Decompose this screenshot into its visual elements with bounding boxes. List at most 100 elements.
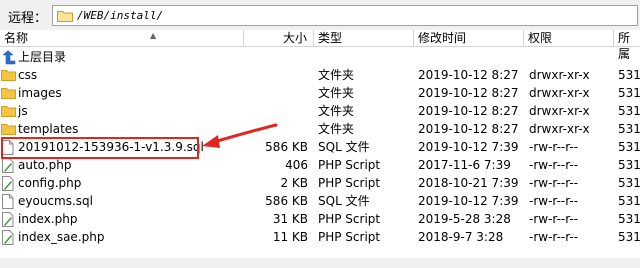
file-size xyxy=(250,48,308,66)
file-type: PHP Script xyxy=(318,212,381,226)
file-modified: 2019-10-12 8:27 xyxy=(418,68,519,82)
column-size-label: 大小 xyxy=(282,31,307,45)
file-row[interactable]: templates 文件夹 2019-10-12 8:27 drwxr-xr-x 531 xyxy=(0,120,640,138)
folder-icon xyxy=(57,9,73,22)
file-type: PHP Script xyxy=(318,158,381,172)
file-row[interactable]: index_sae.php 11 KB PHP Script 2018-9-7 3:2… xyxy=(0,228,640,246)
file-modified: 2018-9-7 3:28 xyxy=(418,230,504,244)
file-modified: 2019-5-28 3:28 xyxy=(418,212,511,226)
file-name: config.php xyxy=(18,176,82,190)
file-size: 31 KB xyxy=(272,212,308,226)
php-file-icon xyxy=(1,230,16,245)
path-bar: 远程： /WEB/install/ xyxy=(0,0,640,30)
file-row[interactable]: js 文件夹 2019-10-12 8:27 drwxr-xr-x 531 xyxy=(0,102,640,120)
file-owner: 531 xyxy=(618,158,640,172)
column-modified-label: 修改时间 xyxy=(418,31,467,45)
file-owner: 531 xyxy=(618,176,640,190)
file-owner: 531 xyxy=(618,86,640,100)
column-permissions[interactable]: 权限 xyxy=(524,30,614,47)
path-label: 远程： xyxy=(8,11,48,26)
highlight-box xyxy=(1,137,199,159)
file-type: 文件夹 xyxy=(318,86,355,100)
file-row[interactable]: index.php 31 KB PHP Script 2019-5-28 3:28 -r… xyxy=(0,210,640,228)
file-type: SQL 文件 xyxy=(318,140,370,154)
file-owner: 531 xyxy=(618,230,640,244)
file-modified xyxy=(418,48,524,66)
file-type: 文件夹 xyxy=(318,68,355,82)
sort-asc-icon: ▲ xyxy=(150,31,157,40)
file-permissions: -rw-r--r-- xyxy=(529,230,579,244)
parent-dir-icon xyxy=(1,50,16,65)
file-name: js xyxy=(18,104,28,118)
folder-icon xyxy=(1,86,16,100)
file-owner: 531 xyxy=(618,68,640,82)
file-size: 406 xyxy=(285,158,308,172)
path-text: /WEB/install/ xyxy=(77,9,164,22)
column-type[interactable]: 类型 xyxy=(314,30,414,47)
horizontal-scrollbar[interactable] xyxy=(0,258,640,268)
file-permissions: -rw-r--r-- xyxy=(529,140,579,154)
file-modified: 2019-10-12 8:27 xyxy=(418,104,519,118)
file-modified: 2018-10-21 7:39 xyxy=(418,176,519,190)
column-name[interactable]: 名称 xyxy=(0,30,244,47)
file-permissions: -rw-r--r-- xyxy=(529,212,579,226)
file-modified: 2017-11-6 7:39 xyxy=(418,158,511,172)
path-input[interactable]: /WEB/install/ xyxy=(52,5,638,26)
file-permissions xyxy=(529,48,613,66)
column-modified[interactable]: 修改时间 xyxy=(414,30,524,47)
file-size xyxy=(250,84,308,102)
folder-icon xyxy=(1,68,16,82)
file-modified: 2019-10-12 8:27 xyxy=(418,86,519,100)
file-size: 11 KB xyxy=(272,230,308,244)
file-name: index_sae.php xyxy=(18,230,105,244)
file-row[interactable]: images 文件夹 2019-10-12 8:27 drwxr-xr-x 531 xyxy=(0,84,640,102)
php-file-icon xyxy=(1,212,16,227)
column-name-label: 名称 xyxy=(4,31,29,45)
file-type: 文件夹 xyxy=(318,122,355,136)
column-header: 名称 ▲ 大小 类型 修改时间 权限 所属 xyxy=(0,30,640,61)
folder-icon xyxy=(1,122,16,136)
file-type: PHP Script xyxy=(318,176,381,190)
column-size[interactable]: 大小 xyxy=(244,30,314,47)
file-owner: 531 xyxy=(618,104,640,118)
file-row[interactable]: eyoucms.sql 586 KB SQL 文件 2019-10-12 7:39 -r… xyxy=(0,192,640,210)
php-file-icon xyxy=(1,158,16,173)
file-size: 2 KB xyxy=(280,176,308,190)
file-name: index.php xyxy=(18,212,78,226)
file-modified: 2019-10-12 7:39 xyxy=(418,194,519,208)
file-name: 上层目录 xyxy=(18,50,67,64)
file-owner: 531 xyxy=(618,212,640,226)
folder-icon xyxy=(1,104,16,118)
file-type: 文件夹 xyxy=(318,104,355,118)
php-file-icon xyxy=(1,176,16,191)
parent-directory-row[interactable]: 上层目录 xyxy=(0,48,640,66)
file-permissions: drwxr-xr-x xyxy=(529,68,590,82)
file-size xyxy=(250,102,308,120)
column-permissions-label: 权限 xyxy=(528,31,553,45)
file-permissions: -rw-r--r-- xyxy=(529,176,579,190)
file-type: SQL 文件 xyxy=(318,194,370,208)
file-permissions: -rw-r--r-- xyxy=(529,158,579,172)
file-size: 586 KB xyxy=(265,194,308,208)
column-owner[interactable]: 所属 xyxy=(614,30,640,61)
file-size xyxy=(250,66,308,84)
file-owner xyxy=(618,48,640,66)
column-type-label: 类型 xyxy=(318,31,343,45)
file-owner: 531 xyxy=(618,122,640,136)
file-name: images xyxy=(18,86,62,100)
file-type xyxy=(318,48,414,66)
file-modified: 2019-10-12 8:27 xyxy=(418,122,519,136)
file-permissions: drwxr-xr-x xyxy=(529,104,590,118)
pointer-arrow-icon xyxy=(202,123,278,148)
file-permissions: drwxr-xr-x xyxy=(529,86,590,100)
file-name: eyoucms.sql xyxy=(18,194,93,208)
file-row[interactable]: css 文件夹 2019-10-12 8:27 drwxr-xr-x 531 xyxy=(0,66,640,84)
file-modified: 2019-10-12 7:39 xyxy=(418,140,519,154)
file-permissions: -rw-r--r-- xyxy=(529,194,579,208)
file-owner: 531 xyxy=(618,194,640,208)
file-owner: 531 xyxy=(618,140,640,154)
file-icon xyxy=(1,194,16,209)
file-row[interactable]: config.php 2 KB PHP Script 2018-10-21 7:39-… xyxy=(0,174,640,192)
file-permissions: drwxr-xr-x xyxy=(529,122,590,136)
file-name: css xyxy=(18,68,38,82)
